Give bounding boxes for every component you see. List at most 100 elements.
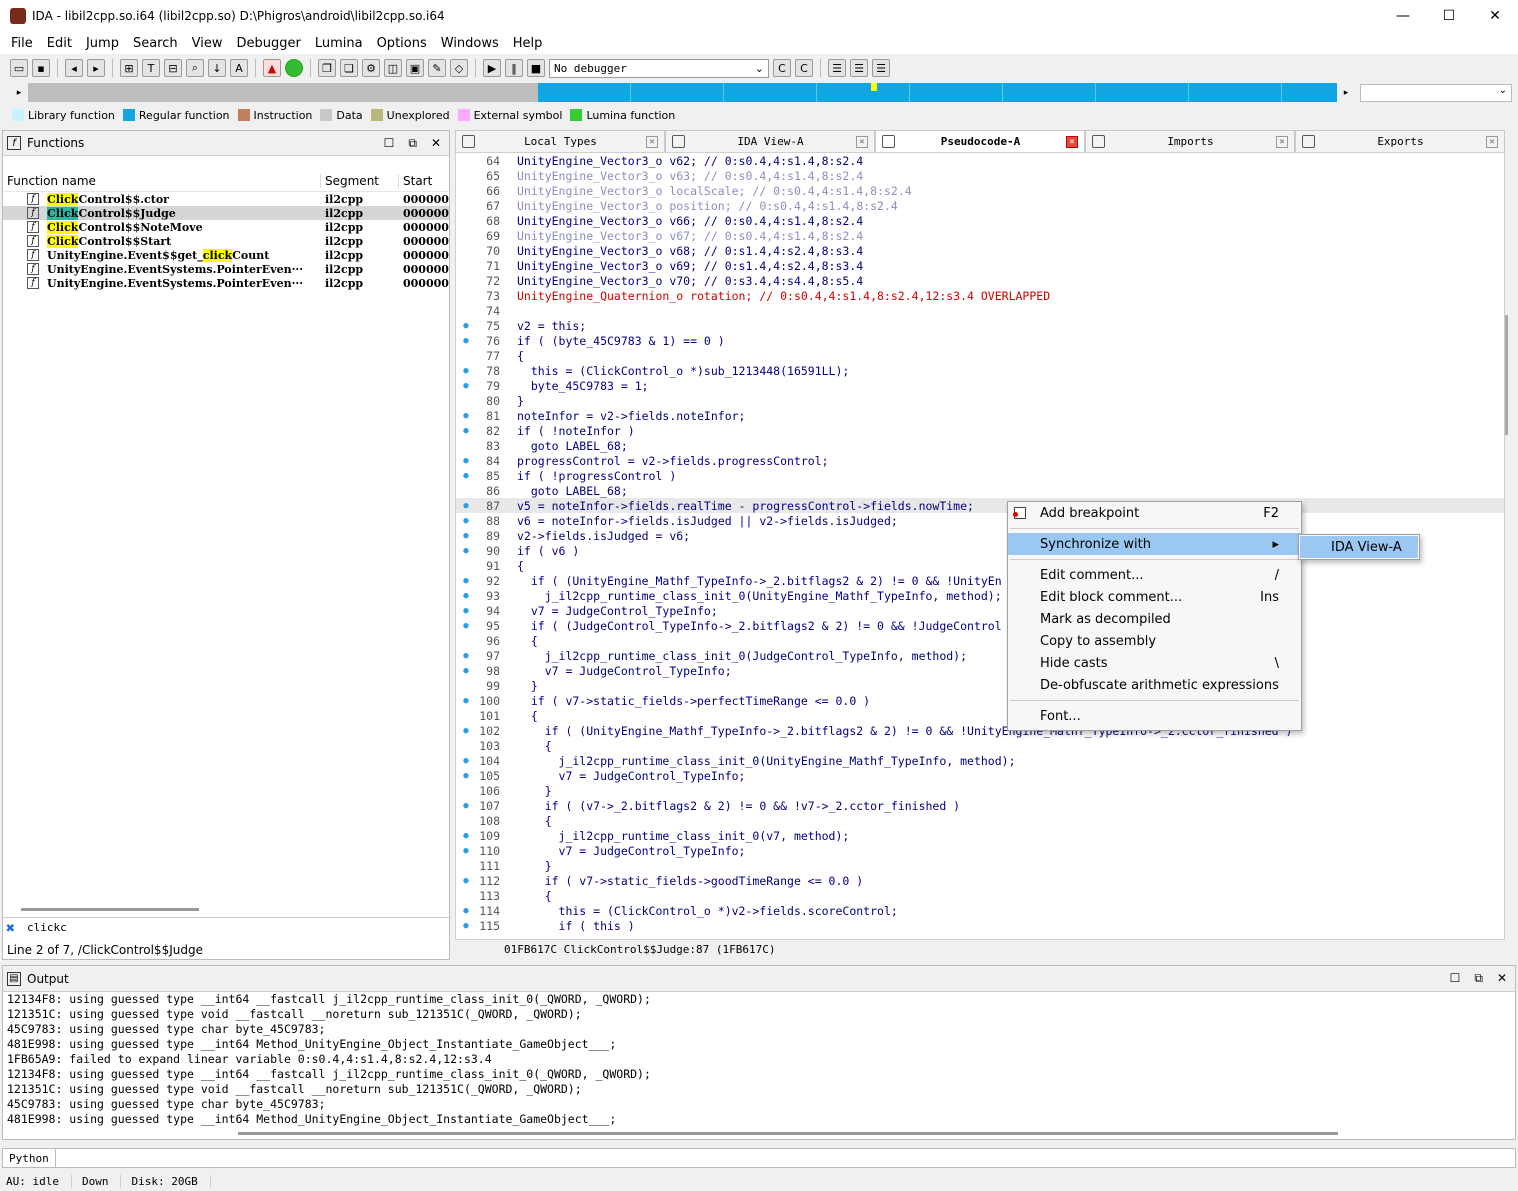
menu-help[interactable]: Help (506, 36, 550, 51)
menu-item-edit-block-comment[interactable]: Edit block comment... Ins (1008, 586, 1301, 608)
lumina-icon[interactable] (285, 59, 303, 77)
code-line[interactable]: 77 { (456, 348, 1504, 363)
clear-filter-icon[interactable]: ✖ (6, 919, 15, 937)
close-tab-icon[interactable]: ✕ (1485, 135, 1498, 148)
code-line[interactable]: ● 95 if ( (JudgeControl_TypeInfo->_2.bitf… (456, 618, 1504, 633)
nav-left-icon[interactable]: ▸ (10, 83, 28, 102)
stack-icon[interactable]: ▣ (406, 59, 424, 77)
function-row[interactable]: f UnityEngine.EventSystems.PointerEven···… (3, 276, 449, 290)
breakpoint-dot-icon[interactable]: ● (456, 918, 476, 933)
close-tab-icon[interactable]: ✕ (855, 135, 868, 148)
breakpoint-dot-icon[interactable] (456, 393, 476, 408)
code-line[interactable]: ● 102 if ( (UnityEngine_Mathf_TypeInfo->_… (456, 723, 1504, 738)
copy-icon[interactable]: ❐ (318, 59, 336, 77)
breakpoint-dot-icon[interactable] (456, 198, 476, 213)
breakpoint-dot-icon[interactable]: ● (456, 453, 476, 468)
breakpoint-dot-icon[interactable]: ● (456, 528, 476, 543)
horizontal-scrollbar[interactable] (238, 1132, 1338, 1135)
breakpoint-dot-icon[interactable]: ● (456, 588, 476, 603)
code-line[interactable]: ● 114 this = (ClickControl_o *)v2->fields… (456, 903, 1504, 918)
breakpoint-dot-icon[interactable] (456, 783, 476, 798)
code-line[interactable]: ● 79 byte_45C9783 = 1; (456, 378, 1504, 393)
code-line[interactable]: 71 UnityEngine_Vector3_o v69; // 0:s1.4,4… (456, 258, 1504, 273)
python-command-input[interactable] (56, 1149, 1515, 1167)
column-function-name[interactable]: Function name (3, 173, 321, 188)
breakpoint-dot-icon[interactable]: ● (456, 363, 476, 378)
menu-item-font[interactable]: Font... (1008, 705, 1301, 727)
vertical-scrollbar[interactable] (1505, 315, 1508, 435)
hex-view-icon[interactable]: ⊟ (164, 59, 182, 77)
breakpoint-dot-icon[interactable]: ● (456, 333, 476, 348)
code-line[interactable]: ● 105 v7 = JudgeControl_TypeInfo; (456, 768, 1504, 783)
breakpoint-dot-icon[interactable]: ● (456, 618, 476, 633)
breakpoint-dot-icon[interactable]: ● (456, 843, 476, 858)
play-icon[interactable]: ▶ (483, 59, 501, 77)
code-line[interactable]: 83 goto LABEL_68; (456, 438, 1504, 453)
menu-edit[interactable]: Edit (40, 36, 79, 51)
menu-jump[interactable]: Jump (79, 36, 126, 51)
code-line[interactable]: 91 { (456, 558, 1504, 573)
breakpoint-dot-icon[interactable] (456, 678, 476, 693)
code-line[interactable]: ● 88 v6 = noteInfor->fields.isJudged || v2… (456, 513, 1504, 528)
menu-item-copy-to-assembly[interactable]: Copy to assembly (1008, 630, 1301, 652)
breakpoint-dot-icon[interactable]: ● (456, 798, 476, 813)
float-panel-icon[interactable]: ⧉ (408, 136, 417, 151)
code-line[interactable]: 66 UnityEngine_Vector3_o localScale; // 0… (456, 183, 1504, 198)
function-row[interactable]: f UnityEngine.EventSystems.PointerEven···… (3, 262, 449, 276)
stop-icon[interactable]: ■ (527, 59, 545, 77)
search-icon[interactable]: ⌕ (186, 59, 204, 77)
code-line[interactable]: 73 UnityEngine_Quaternion_o rotation; // … (456, 288, 1504, 303)
code-line[interactable]: 68 UnityEngine_Vector3_o v66; // 0:s0.4,4… (456, 213, 1504, 228)
breakpoint-dot-icon[interactable] (456, 153, 476, 168)
code-line[interactable]: 74 (456, 303, 1504, 318)
breakpoint-toolbar-icon[interactable]: ▲ (263, 59, 281, 77)
attach-icon[interactable]: C (773, 59, 791, 77)
breakpoint-dot-icon[interactable] (456, 348, 476, 363)
breakpoint-dot-icon[interactable] (456, 708, 476, 723)
breakpoint-dot-icon[interactable] (456, 438, 476, 453)
code-line[interactable]: 103 { (456, 738, 1504, 753)
menu-item-synchronize-with[interactable]: Synchronize with ▸ (1008, 533, 1301, 555)
jump-forward-icon[interactable]: ▸ (87, 59, 105, 77)
code-line[interactable]: ● 104 j_il2cpp_runtime_class_init_0(Unity… (456, 753, 1504, 768)
breakpoint-dot-icon[interactable]: ● (456, 378, 476, 393)
menu-options[interactable]: Options (370, 36, 434, 51)
menu-file[interactable]: File (4, 36, 40, 51)
breakpoint-dot-icon[interactable]: ● (456, 753, 476, 768)
breakpoint-dot-icon[interactable] (456, 168, 476, 183)
tab-ida-view-a[interactable]: IDA View-A ✕ (665, 130, 875, 152)
breakpoint-dot-icon[interactable] (456, 483, 476, 498)
nav-segment-functions[interactable] (538, 83, 1337, 102)
graph-icon[interactable]: ⊞ (120, 59, 138, 77)
maximize-panel-icon[interactable]: ☐ (384, 136, 395, 151)
breakpoint-dot-icon[interactable]: ● (456, 873, 476, 888)
maximize-panel-icon[interactable]: ☐ (1450, 971, 1461, 986)
close-tab-icon[interactable]: ✕ (1065, 135, 1078, 148)
code-line[interactable]: 101 { (456, 708, 1504, 723)
breakpoint-dot-icon[interactable]: ● (456, 408, 476, 423)
breakpoint-dot-icon[interactable]: ● (456, 513, 476, 528)
toggle-icon[interactable]: ◫ (384, 59, 402, 77)
breakpoint-dot-icon[interactable]: ● (456, 903, 476, 918)
menu-item-mark-as-decompiled[interactable]: Mark as decompiled (1008, 608, 1301, 630)
text-view-icon[interactable]: T (142, 59, 160, 77)
code-line[interactable]: 86 goto LABEL_68; (456, 483, 1504, 498)
breakpoint-dot-icon[interactable]: ● (456, 768, 476, 783)
menu-lumina[interactable]: Lumina (308, 36, 370, 51)
breakpoint-dot-icon[interactable] (456, 183, 476, 198)
breakpoint-dot-icon[interactable]: ● (456, 648, 476, 663)
code-line[interactable]: 113 { (456, 888, 1504, 903)
breakpoint-dot-icon[interactable]: ● (456, 543, 476, 558)
breakpoint-dot-icon[interactable]: ● (456, 423, 476, 438)
pause-icon[interactable]: ‖ (505, 59, 523, 77)
code-line[interactable]: ● 78 this = (ClickControl_o *)sub_1213448… (456, 363, 1504, 378)
code-line[interactable]: ● 84 progressControl = v2->fields.progress… (456, 453, 1504, 468)
detach-icon[interactable]: C (795, 59, 813, 77)
code-line[interactable]: ● 85 if ( !progressControl ) (456, 468, 1504, 483)
column-start[interactable]: Start (399, 174, 449, 188)
breakpoint-dot-icon[interactable] (456, 273, 476, 288)
breakpoint-dot-icon[interactable] (456, 813, 476, 828)
code-line[interactable]: 70 UnityEngine_Vector3_o v68; // 0:s1.4,4… (456, 243, 1504, 258)
code-line[interactable]: ● 110 v7 = JudgeControl_TypeInfo; (456, 843, 1504, 858)
breakpoint-dot-icon[interactable] (456, 888, 476, 903)
